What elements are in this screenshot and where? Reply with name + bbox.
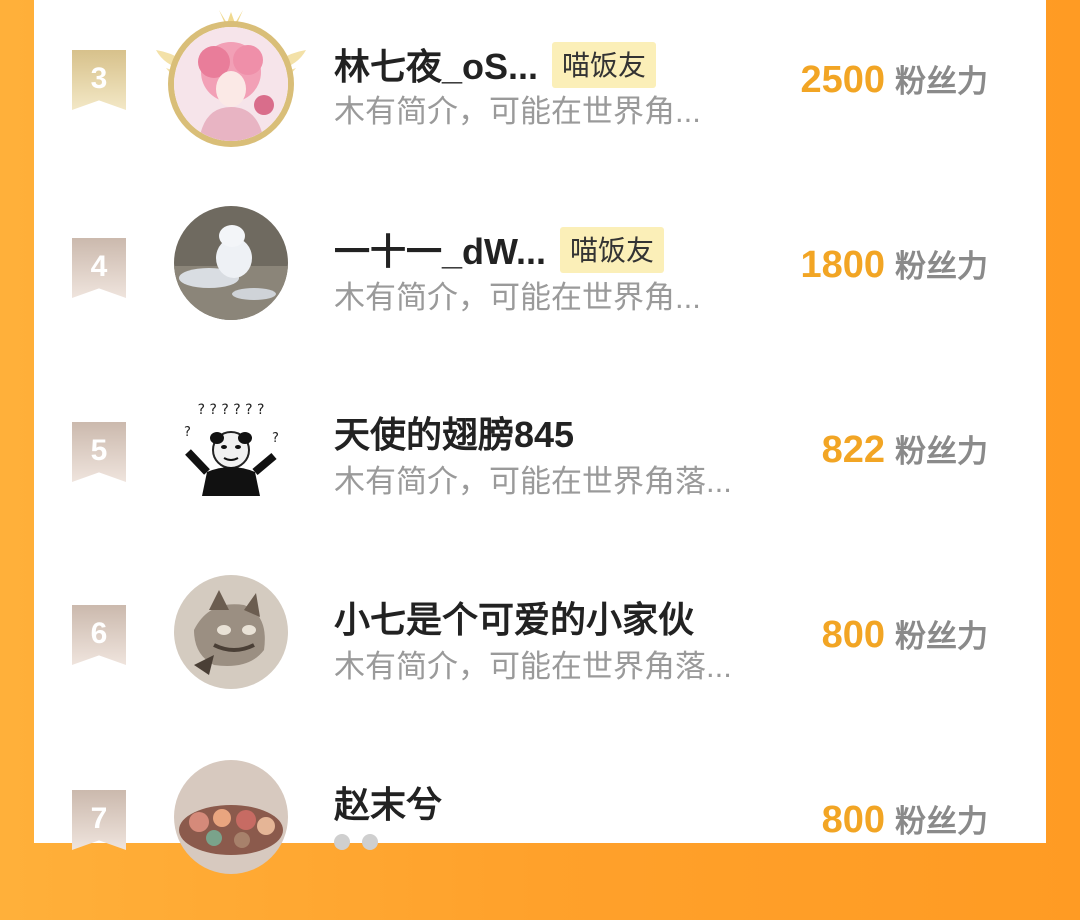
fan-score-unit: 粉丝力 — [895, 64, 988, 99]
fan-badge: 喵饭友 — [552, 42, 657, 88]
avatar[interactable]: ? ? ? ? ? ? ? ? — [174, 392, 288, 506]
user-name[interactable]: 小七是个可爱的小家伙 — [334, 591, 694, 643]
user-intro: 木有简介，可能在世界角... — [334, 280, 701, 315]
fan-score-unit: 粉丝力 — [895, 434, 988, 469]
list-item[interactable]: 5 ? ? ? ? ? ? ? ? 天使的翅膀845 木有简介，可能在世界角落.… — [34, 370, 1046, 550]
avatar[interactable] — [174, 575, 288, 689]
user-name[interactable]: 林七夜_oS... 喵饭友 — [334, 38, 657, 90]
fan-score-value: 2500 — [800, 59, 885, 101]
fan-score: 800 粉丝力 — [822, 611, 988, 657]
fan-badge: 喵饭友 — [560, 227, 665, 273]
fan-score-value: 800 — [821, 799, 885, 841]
fan-score-unit: 粉丝力 — [895, 249, 988, 284]
rank-flag: 3 — [72, 50, 126, 110]
fan-score: 822 粉丝力 — [822, 426, 988, 472]
list-item[interactable]: 4 一十一_dW... 喵饭友 木有简介，可能在世界角... 1800 粉丝力 — [34, 185, 1046, 365]
fan-score-value: 800 — [821, 614, 885, 656]
rank-flag: 7 — [72, 790, 126, 850]
rank-flag: 6 — [72, 605, 126, 665]
svg-text:?: ? — [184, 425, 191, 440]
user-intro: 木有简介，可能在世界角... — [334, 94, 701, 129]
user-intro: 木有简介，可能在世界角落... — [334, 649, 732, 684]
avatar[interactable] — [174, 206, 288, 320]
avatar-image — [174, 206, 288, 320]
user-name[interactable]: 天使的翅膀845 — [334, 406, 574, 458]
avatar[interactable] — [174, 760, 288, 874]
rank-flag: 4 — [72, 238, 126, 298]
loading-dots — [334, 834, 390, 855]
user-name[interactable]: 赵末兮 — [334, 776, 442, 828]
avatar-image — [174, 27, 288, 141]
rank-flag: 5 — [72, 422, 126, 482]
fan-score: 800 粉丝力 — [822, 796, 988, 842]
fan-score-value: 1800 — [800, 244, 885, 286]
list-item[interactable]: 3 林七夜_oS... 喵饭友 木有简介，可能在世界角... 2500 粉丝力 — [34, 0, 1046, 180]
fan-score: 2500 粉丝力 — [800, 56, 988, 102]
avatar-image — [174, 575, 288, 689]
user-name[interactable]: 一十一_dW... 喵饭友 — [334, 223, 665, 275]
user-intro: 木有简介，可能在世界角落... — [334, 464, 732, 499]
avatar-image — [174, 760, 288, 874]
list-item[interactable]: 7 赵末兮 800 粉丝力 — [34, 740, 1046, 920]
list-item[interactable]: 6 小七是个可爱的小家伙 木有简介，可能在世界角落... 800 粉丝力 — [34, 555, 1046, 735]
ranking-panel: 3 林七夜_oS...喵饭友 木有简介，可能在世界角... 2500 粉丝力 — [34, 0, 1046, 874]
fan-score: 1800 粉丝力 — [800, 241, 988, 287]
fan-score-unit: 粉丝力 — [895, 804, 988, 839]
svg-text:? ? ? ? ? ?: ? ? ? ? ? ? — [198, 402, 265, 418]
avatar[interactable] — [174, 27, 288, 141]
avatar-image: ? ? ? ? ? ? ? ? — [174, 392, 288, 506]
fan-score-value: 822 — [821, 429, 885, 471]
fan-score-unit: 粉丝力 — [895, 619, 988, 654]
svg-text:?: ? — [272, 431, 279, 446]
